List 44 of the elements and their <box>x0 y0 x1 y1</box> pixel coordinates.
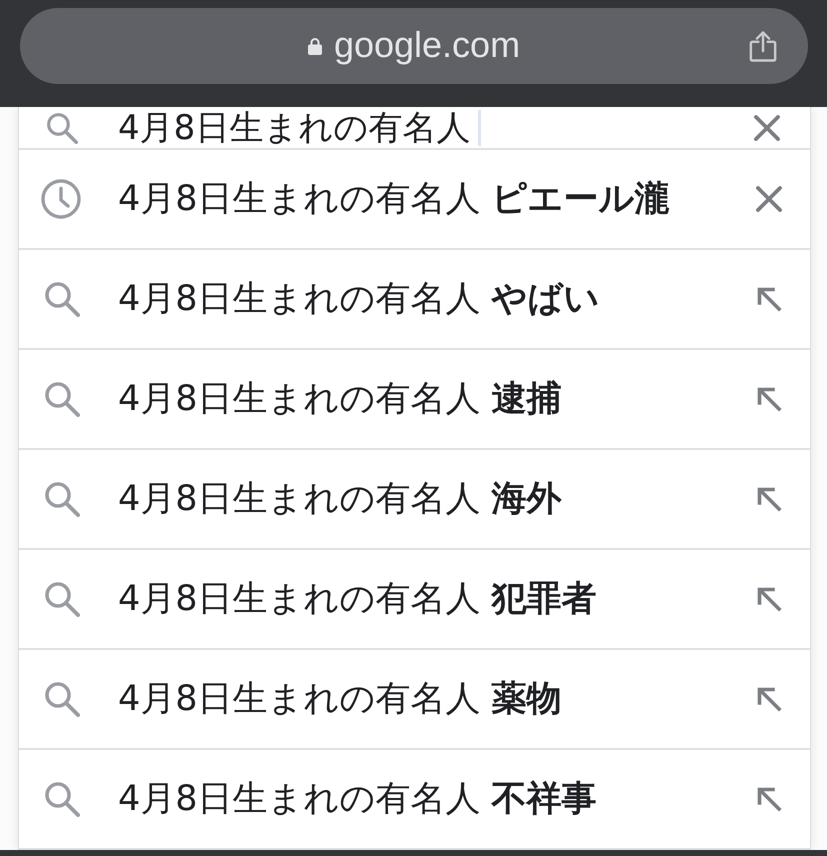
suggestion-item[interactable]: 4月8日生まれの有名人 海外 <box>19 450 810 550</box>
suggestion-item[interactable]: 4月8日生まれの有名人 薬物 <box>19 650 810 750</box>
clear-button[interactable] <box>754 114 780 140</box>
fill-query-button[interactable] <box>756 386 782 412</box>
url-text: google.com <box>334 26 520 66</box>
suggestion-text: 4月8日生まれの有名人 不祥事 <box>118 778 598 820</box>
arrow-up-left-icon <box>756 486 782 512</box>
remove-button[interactable] <box>756 186 782 212</box>
clock-icon <box>41 179 81 219</box>
fill-query-button[interactable] <box>756 686 782 712</box>
share-icon[interactable] <box>749 30 777 62</box>
fill-query-button[interactable] <box>756 586 782 612</box>
lock-icon <box>308 37 322 55</box>
suggestion-text: 4月8日生まれの有名人 犯罪者 <box>118 578 598 620</box>
arrow-up-left-icon <box>756 386 782 412</box>
suggestion-text: 4月8日生まれの有名人 逮捕 <box>118 378 563 420</box>
suggestion-item[interactable]: 4月8日生まれの有名人 犯罪者 <box>19 550 810 650</box>
text-cursor-icon <box>478 110 482 146</box>
close-icon <box>756 186 782 212</box>
suggestion-text: 4月8日生まれの有名人 海外 <box>118 478 563 520</box>
suggestion-text: 4月8日生まれの有名人 薬物 <box>118 678 563 720</box>
suggestion-item[interactable]: 4月8日生まれの有名人 やばい <box>19 250 810 350</box>
arrow-up-left-icon <box>756 286 782 312</box>
suggestion-item[interactable]: 4月8日生まれの有名人 ピエール瀧 <box>19 150 810 250</box>
suggestion-item[interactable]: 4月8日生まれの有名人 不祥事 <box>19 750 810 850</box>
suggestion-item[interactable]: 4月8日生まれの有名人 逮捕 <box>19 350 810 450</box>
arrow-up-left-icon <box>756 686 782 712</box>
suggestion-text: 4月8日生まれの有名人 やばい <box>118 278 601 320</box>
close-icon <box>754 114 780 140</box>
search-icon <box>44 781 80 817</box>
search-icon <box>46 112 78 144</box>
fill-query-button[interactable] <box>756 486 782 512</box>
arrow-up-left-icon <box>756 586 782 612</box>
fill-query-button[interactable] <box>756 786 782 812</box>
search-icon <box>44 481 80 517</box>
fill-query-button[interactable] <box>756 286 782 312</box>
search-field[interactable]: 4月8日生まれの有名人 <box>118 108 754 148</box>
suggestion-text: 4月8日生まれの有名人 ピエール瀧 <box>118 178 671 220</box>
search-icon <box>44 581 80 617</box>
arrow-up-left-icon <box>756 786 782 812</box>
address-bar[interactable]: google.com <box>20 8 808 84</box>
search-icon <box>44 681 80 717</box>
search-icon <box>44 281 80 317</box>
search-icon <box>44 381 80 417</box>
